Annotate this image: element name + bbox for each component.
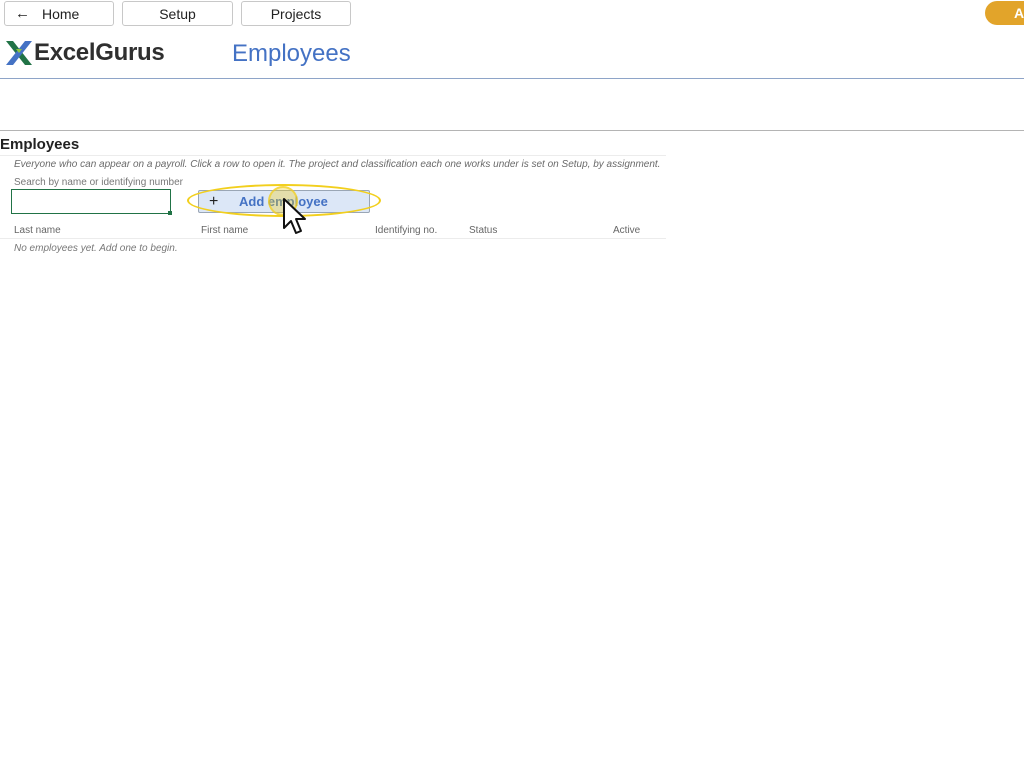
- account-button[interactable]: A: [985, 1, 1024, 25]
- page-title: Employees: [232, 40, 351, 67]
- header-divider: [0, 78, 1024, 79]
- logo-mark-icon: [6, 41, 32, 65]
- column-header-identifying-no[interactable]: Identifying no.: [375, 225, 437, 237]
- column-header-last-name[interactable]: Last name: [14, 225, 61, 237]
- cell-fill-handle: [168, 211, 172, 215]
- plus-icon: +: [209, 192, 219, 210]
- section-description: Everyone who can appear on a payroll. Cl…: [14, 159, 661, 170]
- search-input[interactable]: [11, 189, 171, 214]
- setup-button[interactable]: Setup: [122, 1, 233, 26]
- section-divider: [0, 155, 666, 156]
- app-window: ← Home Setup Projects A ExcelGurus Emplo…: [0, 0, 1024, 769]
- column-header-active[interactable]: Active: [613, 225, 640, 237]
- home-button[interactable]: ← Home: [4, 1, 114, 26]
- logo-text: ExcelGurus: [34, 39, 165, 66]
- band-divider: [0, 130, 1024, 131]
- section-title: Employees: [0, 136, 80, 153]
- projects-button-label: Projects: [270, 5, 322, 22]
- home-button-label: Home: [42, 5, 80, 22]
- projects-button[interactable]: Projects: [241, 1, 351, 26]
- search-label: Search by name or identifying number: [14, 177, 183, 188]
- column-header-first-name[interactable]: First name: [201, 225, 248, 237]
- add-employee-button[interactable]: + Add employee: [198, 190, 370, 213]
- table-header-divider: [0, 238, 666, 239]
- excelgurus-logo: ExcelGurus: [5, 39, 165, 67]
- setup-button-label: Setup: [159, 5, 196, 22]
- account-initial: A: [1014, 5, 1024, 21]
- column-header-status[interactable]: Status: [469, 225, 497, 237]
- arrow-left-icon: ←: [15, 5, 30, 22]
- empty-state-message: No employees yet. Add one to begin.: [14, 243, 178, 254]
- add-employee-label: Add employee: [239, 194, 328, 209]
